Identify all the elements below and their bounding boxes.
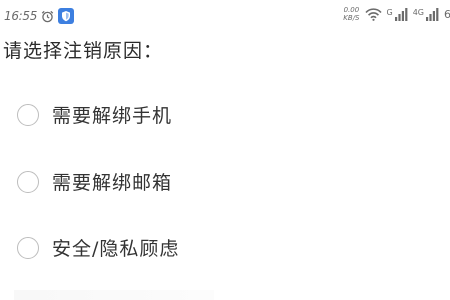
network-speed-value: 0.00: [343, 6, 360, 14]
page-prompt: 请选择注销原因：: [3, 40, 164, 62]
status-bar-right: 0.00 KB/S G 4G 6: [343, 6, 450, 22]
reason-option-unbind-email[interactable]: 需要解绑邮箱: [17, 168, 172, 195]
status-bar-left: 16:55: [4, 8, 75, 24]
radio-button[interactable]: [17, 103, 39, 126]
reason-option-unbind-phone[interactable]: 需要解绑手机: [17, 101, 172, 128]
shield-app-icon: [58, 8, 75, 24]
screen: 16:55 0.00 KB/S G 4G 6 请选择注销原因： 需要解绑手机 需…: [0, 0, 450, 300]
alarm-clock-icon: [41, 10, 54, 23]
status-time: 16:55: [4, 9, 38, 23]
sim1-signal-icon: [394, 7, 408, 21]
option-label: 需要解绑邮箱: [52, 172, 173, 194]
radio-button[interactable]: [17, 236, 39, 259]
wifi-icon: [364, 7, 382, 21]
next-option-faded: [14, 290, 214, 300]
sim2-signal-icon: [426, 7, 439, 21]
sim2-network-label: 4G: [412, 8, 424, 17]
option-label: 安全/隐私顾虑: [52, 238, 180, 260]
network-speed: 0.00 KB/S: [343, 6, 359, 22]
battery-level: 6: [444, 7, 450, 21]
reason-option-security-privacy[interactable]: 安全/隐私顾虑: [17, 234, 179, 261]
option-label: 需要解绑手机: [52, 105, 173, 127]
sim1-network-label: G: [386, 8, 393, 17]
network-speed-unit: KB/S: [343, 14, 360, 22]
radio-button[interactable]: [17, 170, 39, 193]
status-bar: 16:55 0.00 KB/S G 4G 6: [0, 0, 450, 32]
